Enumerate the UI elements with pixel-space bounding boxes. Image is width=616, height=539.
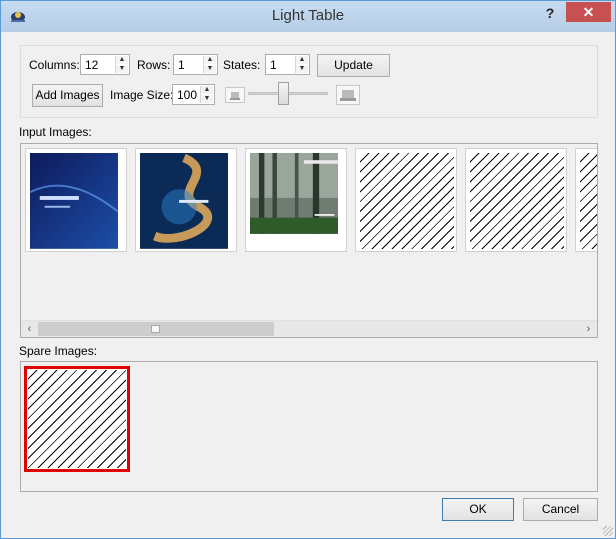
spare-images-panel[interactable] <box>20 361 598 492</box>
rows-down-icon[interactable]: ▼ <box>204 65 216 73</box>
thumbnail-6[interactable] <box>575 148 597 252</box>
add-images-button[interactable]: Add Images <box>32 84 103 107</box>
ok-button[interactable]: OK <box>442 498 514 521</box>
input-images-panel[interactable]: ‹ › <box>20 143 598 338</box>
image-size-down-icon[interactable]: ▼ <box>201 95 213 103</box>
horizontal-scrollbar[interactable]: ‹ › <box>21 320 597 337</box>
placeholder-hatch-icon <box>580 153 597 249</box>
placeholder-hatch-icon <box>28 370 126 468</box>
image-size-up-icon[interactable]: ▲ <box>201 86 213 94</box>
thumbnail-5[interactable] <box>465 148 567 252</box>
title-bar[interactable]: Light Table ? ✕ <box>1 1 615 32</box>
columns-down-icon[interactable]: ▼ <box>116 65 128 73</box>
spare-thumbnail-selected[interactable] <box>24 366 130 472</box>
states-down-icon[interactable]: ▼ <box>296 65 308 73</box>
rows-value: 1 <box>178 58 185 72</box>
scroll-thumb[interactable] <box>38 322 274 336</box>
input-thumbnails-strip <box>21 144 597 320</box>
columns-value: 12 <box>85 58 99 72</box>
resize-grip-icon[interactable] <box>603 526 613 536</box>
columns-spinbox[interactable]: 12 ▲ ▼ <box>80 54 130 75</box>
blue-softpedia-image-icon <box>30 153 118 249</box>
light-table-window: Light Table ? ✕ Columns: 12 ▲ ▼ Rows: 1 … <box>0 0 616 539</box>
image-size-slider-thumb[interactable] <box>278 82 289 105</box>
placeholder-hatch-icon <box>470 153 564 249</box>
thumbnail-2[interactable] <box>135 148 237 252</box>
columns-up-icon[interactable]: ▲ <box>116 56 128 64</box>
image-size-spinbox[interactable]: 100 ▲ ▼ <box>172 84 215 105</box>
input-images-label: Input Images: <box>19 125 92 139</box>
zoom-in-icon[interactable] <box>336 85 360 105</box>
states-value: 1 <box>270 58 277 72</box>
columns-label: Columns: <box>29 58 80 72</box>
thumbnail-4[interactable] <box>355 148 457 252</box>
blue-swirl-image-icon <box>140 153 228 249</box>
help-button[interactable]: ? <box>539 3 561 23</box>
states-label: States: <box>223 58 261 72</box>
thumbnail-1[interactable] <box>25 148 127 252</box>
image-size-value: 100 <box>177 88 198 102</box>
scroll-right-icon[interactable]: › <box>580 321 597 337</box>
spare-images-label: Spare Images: <box>19 344 98 358</box>
rows-spinbox[interactable]: 1 ▲ ▼ <box>173 54 218 75</box>
states-spinbox[interactable]: 1 ▲ ▼ <box>265 54 310 75</box>
rows-up-icon[interactable]: ▲ <box>204 56 216 64</box>
zoom-out-icon[interactable] <box>225 87 245 103</box>
close-button[interactable]: ✕ <box>566 2 611 22</box>
window-title: Light Table <box>271 7 345 24</box>
rows-label: Rows: <box>137 58 171 72</box>
cancel-button[interactable]: Cancel <box>523 498 598 521</box>
states-up-icon[interactable]: ▲ <box>296 56 308 64</box>
image-size-label: Image Size: <box>110 88 174 102</box>
placeholder-hatch-icon <box>360 153 454 249</box>
update-button[interactable]: Update <box>317 54 390 77</box>
forest-image-icon <box>250 153 338 234</box>
thumbnail-3[interactable] <box>245 148 347 252</box>
scroll-left-icon[interactable]: ‹ <box>21 321 38 337</box>
